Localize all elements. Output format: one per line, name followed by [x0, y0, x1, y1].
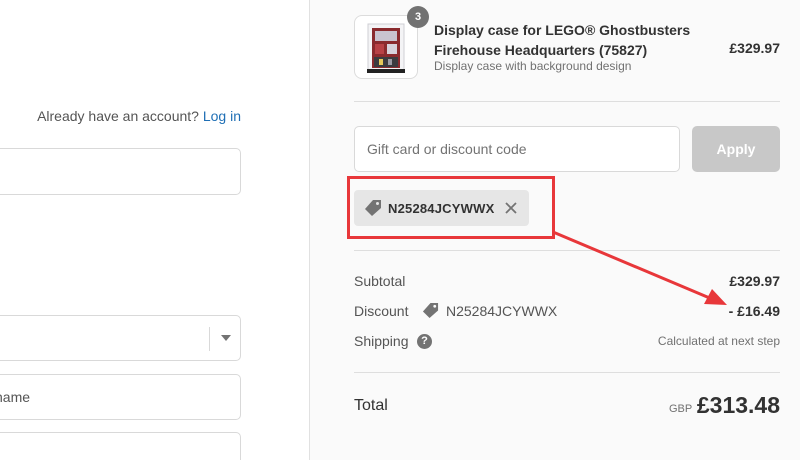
- subtotal-label: Subtotal: [354, 273, 406, 289]
- discount-label: Discount: [354, 303, 409, 319]
- apply-button[interactable]: Apply: [692, 126, 780, 172]
- product-image: [367, 23, 405, 73]
- discount-code-text: N25284JCYWWX: [446, 303, 558, 319]
- question-icon[interactable]: ?: [417, 334, 432, 349]
- country-select[interactable]: [0, 315, 241, 361]
- subtotal-value: £329.97: [729, 273, 780, 289]
- product-title: Display case for LEGO® Ghostbusters Fire…: [434, 22, 691, 58]
- product-price: £329.97: [729, 40, 780, 56]
- quantity-badge: 3: [407, 6, 429, 28]
- checkout-form-panel: Already have an account? Log in: [0, 0, 309, 460]
- divider: [354, 372, 780, 373]
- tag-icon: [422, 302, 439, 319]
- product-thumbnail: [354, 15, 418, 79]
- total-value: £313.48: [696, 392, 780, 418]
- select-divider: [209, 327, 210, 351]
- login-link[interactable]: Log in: [203, 108, 241, 124]
- highlight-box: [347, 176, 555, 239]
- shipping-value: Calculated at next step: [657, 334, 780, 348]
- discount-value: - £16.49: [728, 303, 780, 319]
- email-field[interactable]: [0, 148, 241, 195]
- divider: [354, 101, 780, 102]
- total-label: Total: [354, 397, 388, 414]
- account-prompt-text: Already have an account?: [37, 108, 199, 124]
- divider: [354, 250, 780, 251]
- shipping-label: Shipping: [354, 333, 409, 349]
- name-field[interactable]: [0, 374, 244, 420]
- discount-code-input[interactable]: [354, 126, 680, 172]
- currency-code: GBP: [669, 403, 693, 415]
- product-subtitle: Display case with background design: [434, 59, 632, 73]
- address-field[interactable]: [0, 432, 241, 460]
- account-prompt: Already have an account? Log in: [0, 108, 241, 124]
- name-input[interactable]: [0, 375, 244, 419]
- chevron-down-icon: [221, 335, 231, 341]
